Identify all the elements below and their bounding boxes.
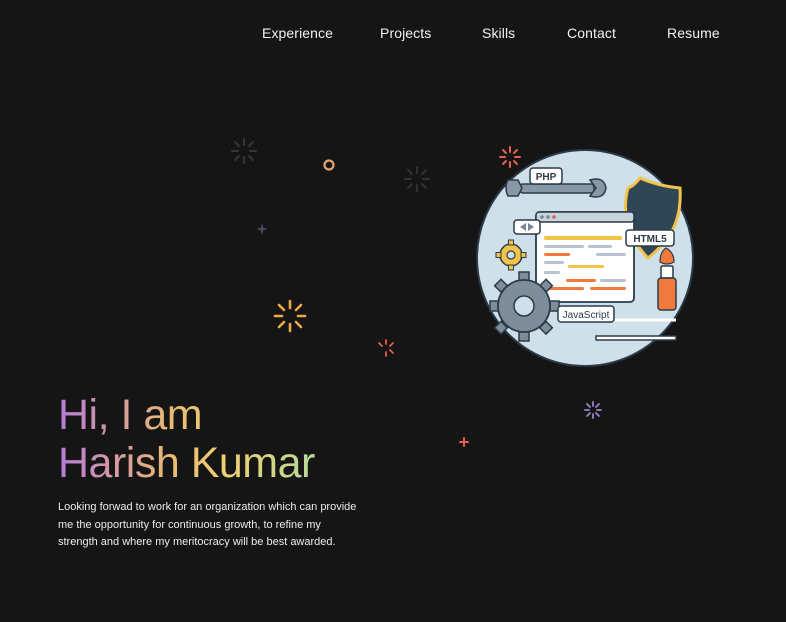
hero-name: Harish Kumar (58, 439, 315, 487)
large-gear-icon (489, 271, 560, 342)
usb-drive-icon (657, 247, 677, 311)
burst-icon (404, 166, 430, 192)
code-window (535, 211, 635, 303)
star-icon (256, 223, 268, 235)
hero-greeting: Hi, I am (58, 391, 203, 439)
javascript-tag: JavaScript (557, 305, 615, 323)
laptop-base (595, 335, 677, 341)
arrows-tag (513, 219, 541, 235)
html5-tag: HTML5 (625, 229, 675, 247)
nav-link-contact[interactable]: Contact (567, 25, 616, 41)
php-tag: PHP (529, 167, 563, 185)
burst-icon (231, 138, 257, 164)
burst-icon (584, 401, 602, 419)
burst-icon (273, 299, 307, 333)
top-nav: Experience Projects Skills Contact Resum… (0, 25, 786, 45)
plus-icon (459, 437, 469, 447)
html5-tag-label: HTML5 (633, 234, 667, 245)
page: Experience Projects Skills Contact Resum… (0, 0, 786, 622)
ring-icon (323, 159, 335, 171)
developer-illustration: PHP HTML5 JavaScript (476, 149, 694, 367)
nav-link-experience[interactable]: Experience (262, 25, 333, 41)
hero-description: Looking forwad to work for an organizati… (58, 501, 357, 548)
php-tag-label: PHP (536, 172, 557, 183)
burst-icon (378, 339, 394, 357)
nav-link-resume[interactable]: Resume (667, 25, 720, 41)
nav-link-skills[interactable]: Skills (482, 25, 515, 41)
nav-link-projects[interactable]: Projects (380, 25, 431, 41)
javascript-tag-label: JavaScript (563, 310, 610, 321)
hero-title: Hi, I am Harish Kumar (58, 391, 315, 487)
